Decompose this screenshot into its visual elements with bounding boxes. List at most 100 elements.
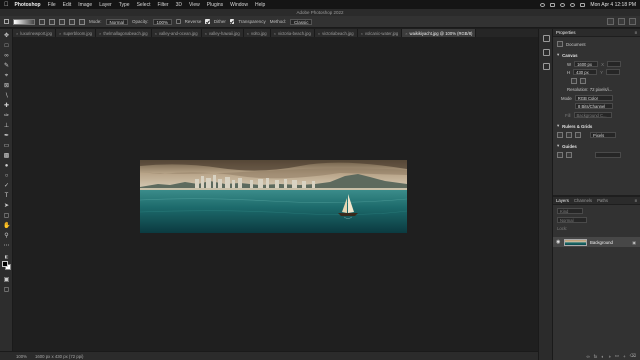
history-brush-tool-icon[interactable]: ✒ <box>3 133 10 140</box>
gradient-tool-icon[interactable]: ▩ <box>3 153 10 160</box>
bits-select[interactable]: 8 Bits/Channel <box>575 103 613 109</box>
doc-tab[interactable]: × valley-hawaii.jpg <box>201 29 244 37</box>
doc-tab[interactable]: × thelmallagonabeach.jpg <box>95 29 152 37</box>
more-tools-icon[interactable]: ⋯ <box>3 243 10 250</box>
healing-brush-tool-icon[interactable]: ✚ <box>3 103 10 110</box>
menu-help[interactable]: Help <box>255 2 265 8</box>
close-icon[interactable]: × <box>361 31 363 36</box>
guide-icon[interactable] <box>557 152 563 158</box>
tab-paths[interactable]: Paths <box>597 198 608 203</box>
units-select[interactable]: Pixels <box>590 132 616 138</box>
close-icon[interactable]: × <box>155 31 157 36</box>
zoom-level[interactable]: 100% <box>16 354 27 359</box>
menu-3d[interactable]: 3D <box>176 2 182 8</box>
close-icon[interactable]: × <box>247 31 249 36</box>
angle-gradient-icon[interactable] <box>59 18 65 25</box>
blur-tool-icon[interactable]: ● <box>3 163 10 170</box>
tab-properties[interactable]: Properties <box>556 30 576 35</box>
portrait-icon[interactable] <box>571 78 577 84</box>
clone-stamp-tool-icon[interactable]: ⊥ <box>3 123 10 130</box>
new-layer-icon[interactable]: + <box>623 354 626 359</box>
frame-tool-icon[interactable]: ⊠ <box>3 83 10 90</box>
move-tool-icon[interactable]: ✥ <box>3 33 10 40</box>
menu-file[interactable]: File <box>48 2 56 8</box>
search-icon[interactable] <box>607 18 614 25</box>
quick-select-tool-icon[interactable]: ✎ <box>3 63 10 70</box>
lock-icon[interactable]: ▣ <box>632 240 636 245</box>
canvas-area[interactable] <box>13 37 538 351</box>
fx-icon[interactable]: fx <box>594 354 598 359</box>
doc-tab[interactable]: × volto.jpg <box>243 29 271 37</box>
menu-window[interactable]: Window <box>230 2 248 8</box>
kind-filter-select[interactable]: Kind <box>557 208 583 214</box>
width-field[interactable]: 1600 px <box>574 61 599 67</box>
menu-edit[interactable]: Edit <box>63 2 72 8</box>
panel-menu-icon[interactable]: ≡ <box>634 198 637 203</box>
doc-tab[interactable]: × volcanic-water.jpg <box>357 29 403 37</box>
adjustment-icon[interactable]: ◑ <box>608 354 611 359</box>
search-icon[interactable] <box>570 2 576 7</box>
pen-tool-icon[interactable]: ✓ <box>3 183 10 190</box>
doc-tab[interactable]: × superbloom.jpg <box>56 29 96 37</box>
close-icon[interactable]: × <box>16 31 18 36</box>
panel-menu-icon[interactable]: ≡ <box>634 30 637 35</box>
grid-icon[interactable] <box>566 132 572 138</box>
doc-tab[interactable]: × valley-and-ocean.jpg <box>151 29 202 37</box>
lasso-tool-icon[interactable]: ∞ <box>3 53 10 60</box>
marquee-tool-icon[interactable]: □ <box>3 43 10 50</box>
shape-tool-icon[interactable]: ▢ <box>3 213 10 220</box>
y-field[interactable] <box>605 69 620 75</box>
menu-plugins[interactable]: Plugins <box>207 2 223 8</box>
doc-tab[interactable]: × luxurinewport.jpg <box>13 29 56 37</box>
eye-icon[interactable]: ◉ <box>556 239 561 245</box>
diamond-gradient-icon[interactable] <box>79 18 85 25</box>
menu-layer[interactable]: Layer <box>99 2 112 8</box>
hand-tool-icon[interactable]: ✋ <box>3 223 10 230</box>
zoom-tool-icon[interactable]: ⚲ <box>3 233 10 240</box>
tab-channels[interactable]: Channels <box>574 198 592 203</box>
dodge-tool-icon[interactable]: ○ <box>3 173 10 180</box>
document-image[interactable] <box>140 160 407 233</box>
screen-mode-icon[interactable]: ▢ <box>3 287 10 294</box>
close-icon[interactable]: × <box>318 31 320 36</box>
workspace-icon[interactable] <box>618 18 625 25</box>
mode-select[interactable]: Normal <box>105 18 129 25</box>
properties-panel-icon[interactable] <box>543 49 550 56</box>
menu-filter[interactable]: Filter <box>157 2 168 8</box>
guide-style-select[interactable] <box>595 152 621 158</box>
eraser-tool-icon[interactable]: ▭ <box>3 143 10 150</box>
mask-icon[interactable]: ◐ <box>601 354 604 359</box>
menubar-clock[interactable]: Mon Apr 4 12:18 PM <box>590 2 636 8</box>
method-select[interactable]: Classic <box>289 18 313 25</box>
crop-tool-icon[interactable]: ⌖ <box>3 73 10 80</box>
guide-lock-icon[interactable] <box>566 152 572 158</box>
reflected-gradient-icon[interactable] <box>69 18 75 25</box>
mode-select[interactable]: RGB Color <box>574 95 613 101</box>
pixel-grid-icon[interactable] <box>575 132 581 138</box>
layer-row[interactable]: ◉ Background ▣ <box>553 237 640 247</box>
doc-tab[interactable]: × victoria-beach.jpg <box>270 29 315 37</box>
x-field[interactable] <box>606 61 621 67</box>
chevron-down-icon[interactable]: ▾ <box>557 143 559 149</box>
guides-section[interactable]: ▾ Guides <box>553 143 640 149</box>
menu-image[interactable]: Image <box>78 2 92 8</box>
landscape-icon[interactable] <box>580 78 586 84</box>
path-selection-tool-icon[interactable]: ➤ <box>3 203 10 210</box>
blend-mode-select[interactable]: Normal <box>557 217 587 223</box>
close-icon[interactable]: × <box>274 31 276 36</box>
foreground-color-swatch[interactable] <box>2 261 8 267</box>
canvas-section[interactable]: ▾ Canvas <box>553 52 640 58</box>
rulers-section[interactable]: ▾ Rulers & Grids <box>553 123 640 129</box>
dither-checkbox[interactable] <box>205 19 210 24</box>
ruler-icon[interactable] <box>557 132 563 138</box>
link-icon[interactable]: ∞ <box>587 354 590 359</box>
document-info[interactable]: 1600 px x 430 px (72 ppi) <box>35 354 84 359</box>
tab-layers[interactable]: Layers <box>556 198 569 203</box>
share-icon[interactable] <box>629 18 636 25</box>
battery-icon[interactable] <box>550 2 556 7</box>
close-icon[interactable]: × <box>405 31 407 36</box>
opacity-field[interactable]: 100% <box>152 18 173 25</box>
chevron-down-icon[interactable]: ▾ <box>557 123 559 129</box>
home-icon[interactable] <box>4 19 9 24</box>
quick-mask-icon[interactable]: ▣ <box>3 277 10 284</box>
